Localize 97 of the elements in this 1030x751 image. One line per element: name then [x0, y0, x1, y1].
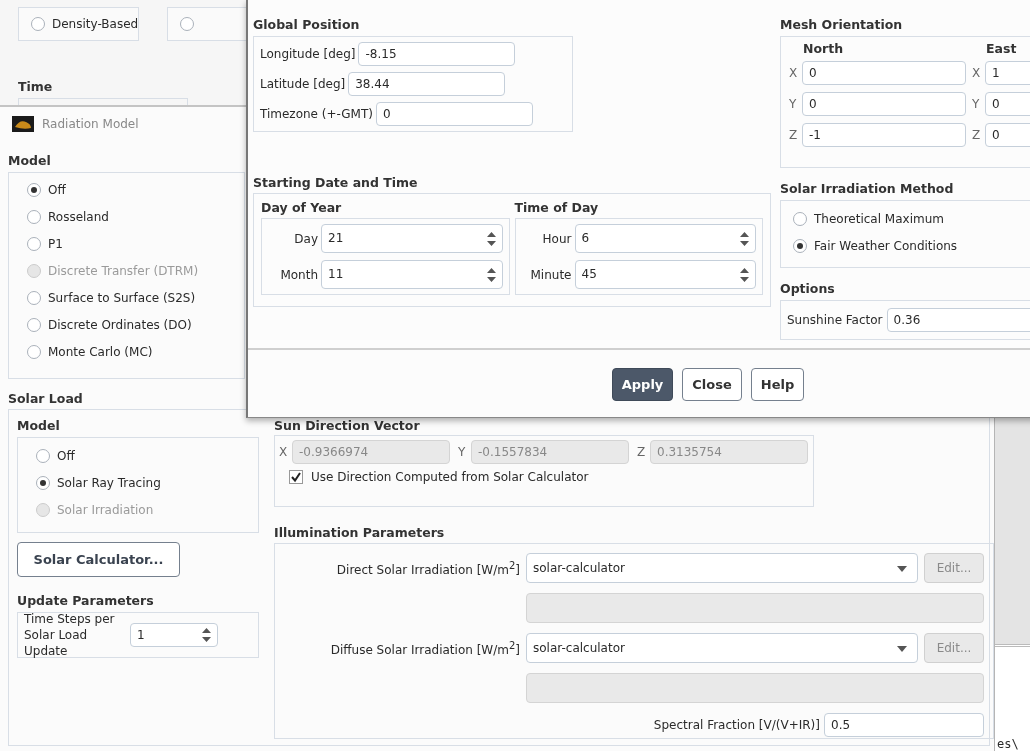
section-heading: Day of Year: [261, 200, 343, 215]
radio-button[interactable]: [27, 344, 41, 359]
text-field[interactable]: 1: [985, 61, 1030, 85]
spinner-icon: [740, 268, 749, 282]
section-heading: Time of Day: [514, 200, 600, 215]
field-label: Latitude [deg]: [260, 77, 346, 91]
section-heading: Model: [8, 153, 52, 168]
text-field[interactable]: 0: [985, 92, 1030, 116]
window-title: Radiation Model: [42, 117, 139, 131]
radio-button[interactable]: [27, 236, 41, 251]
solar-calculator-button[interactable]: Solar Calculator...: [17, 542, 180, 577]
spinner-icon: [486, 232, 496, 246]
field-label: Time Steps per Solar Load Update: [24, 611, 116, 659]
radio-button[interactable]: [31, 17, 45, 31]
section-heading: Sun Direction Vector: [274, 418, 421, 433]
text-field[interactable]: [526, 673, 984, 703]
spinner-icon: [202, 628, 211, 642]
section-heading: Update Parameters: [17, 593, 155, 608]
axis-label: X: [279, 445, 289, 459]
caret-icon: [897, 566, 907, 572]
field-label: Longitude [deg]: [260, 47, 356, 61]
option-label: Discrete Transfer (DTRM): [48, 263, 199, 278]
option-label: Discrete Ordinates (DO): [48, 317, 192, 332]
text-field[interactable]: [526, 593, 984, 623]
column-heading: East: [985, 41, 1018, 56]
section-heading: Global Position: [253, 17, 361, 32]
dropdown[interactable]: solar-calculator: [526, 633, 918, 663]
section-heading: Solar Load: [8, 391, 84, 406]
spin-field[interactable]: 6: [574, 224, 756, 253]
spinner-icon: [740, 232, 749, 246]
text-field[interactable]: 0: [985, 123, 1030, 147]
text-field[interactable]: 0: [802, 61, 966, 85]
option-label: Off: [57, 448, 75, 463]
field-label: Day: [293, 231, 318, 246]
section-heading: Time: [18, 79, 54, 94]
axis-label: Y: [458, 445, 467, 459]
option-label: Theoretical Maximum: [814, 211, 944, 226]
app-icon: [12, 116, 34, 132]
text-field[interactable]: 0: [376, 102, 533, 126]
axis-label: X: [972, 66, 982, 80]
dialog-button[interactable]: Close: [682, 368, 742, 401]
axis-label: Z: [972, 128, 982, 142]
spin-field[interactable]: 1: [130, 623, 218, 647]
text-field[interactable]: -1: [802, 123, 966, 147]
radio-button[interactable]: [36, 475, 50, 490]
radio-button[interactable]: [793, 211, 807, 226]
axis-label: X: [789, 66, 799, 80]
radio-button[interactable]: [36, 448, 50, 463]
field-label: Diffuse Solar Irradiation [W/m$^{2}$]: [329, 639, 520, 657]
option-label: Density-Based: [52, 17, 139, 31]
dialog-button[interactable]: Apply: [611, 368, 674, 401]
dialog-button[interactable]: Help: [750, 368, 805, 401]
section-heading: Mesh Orientation: [780, 17, 904, 32]
field-label: Spectral Fraction [V/(V+IR)]: [653, 718, 820, 732]
section-heading: Options: [780, 281, 836, 296]
spin-field[interactable]: 21: [321, 224, 503, 253]
radio-button[interactable]: [793, 238, 807, 253]
radio-button[interactable]: [180, 17, 195, 31]
field-label: Minute: [529, 267, 572, 282]
section-heading: Solar Irradiation Method: [780, 181, 955, 196]
radio-button[interactable]: [27, 317, 41, 332]
axis-label: Y: [789, 97, 798, 111]
axis-label: Z: [637, 445, 647, 459]
caret-icon: [897, 646, 907, 652]
field-label: Sunshine Factor: [787, 313, 883, 327]
text-field[interactable]: -8.15: [358, 42, 516, 66]
radio-button[interactable]: [27, 209, 41, 224]
option-label: P1: [48, 236, 63, 251]
text-field[interactable]: 0.36: [886, 308, 1030, 332]
field-label: Timezone (+-GMT): [260, 107, 373, 121]
axis-label: Z: [789, 128, 799, 142]
spin-field[interactable]: 45: [574, 260, 756, 289]
axis-label: Y: [972, 97, 981, 111]
column-heading: North: [802, 41, 845, 56]
section-heading: Model: [17, 418, 61, 433]
text-field[interactable]: 0: [802, 92, 966, 116]
option-label: Solar Ray Tracing: [57, 475, 161, 490]
checkbox-label: Use Direction Computed from Solar Calculator: [311, 470, 589, 484]
option-label: Solar Irradiation: [57, 502, 154, 517]
spinner-icon: [486, 268, 496, 282]
dropdown[interactable]: solar-calculator: [526, 553, 918, 583]
field-label: Hour: [541, 231, 572, 246]
option-label: Surface to Surface (S2S): [48, 290, 196, 305]
option-label: Rosseland: [48, 209, 109, 224]
field-label: Month: [279, 267, 318, 282]
text-field[interactable]: 0.5: [824, 713, 984, 737]
section-heading: Illumination Parameters: [274, 525, 446, 540]
option-label: Fair Weather Conditions: [814, 238, 958, 253]
option-label: Monte Carlo (MC): [48, 344, 153, 359]
text-field[interactable]: 38.44: [348, 72, 506, 96]
field-label: Direct Solar Irradiation [W/m$^{2}$]: [335, 559, 520, 577]
section-heading: Starting Date and Time: [253, 175, 419, 190]
radio-button[interactable]: [27, 290, 41, 305]
spin-field[interactable]: 11: [321, 260, 503, 289]
radio-button[interactable]: [27, 182, 41, 197]
console-text: es\: [996, 737, 1019, 751]
option-label: Off: [48, 182, 66, 197]
